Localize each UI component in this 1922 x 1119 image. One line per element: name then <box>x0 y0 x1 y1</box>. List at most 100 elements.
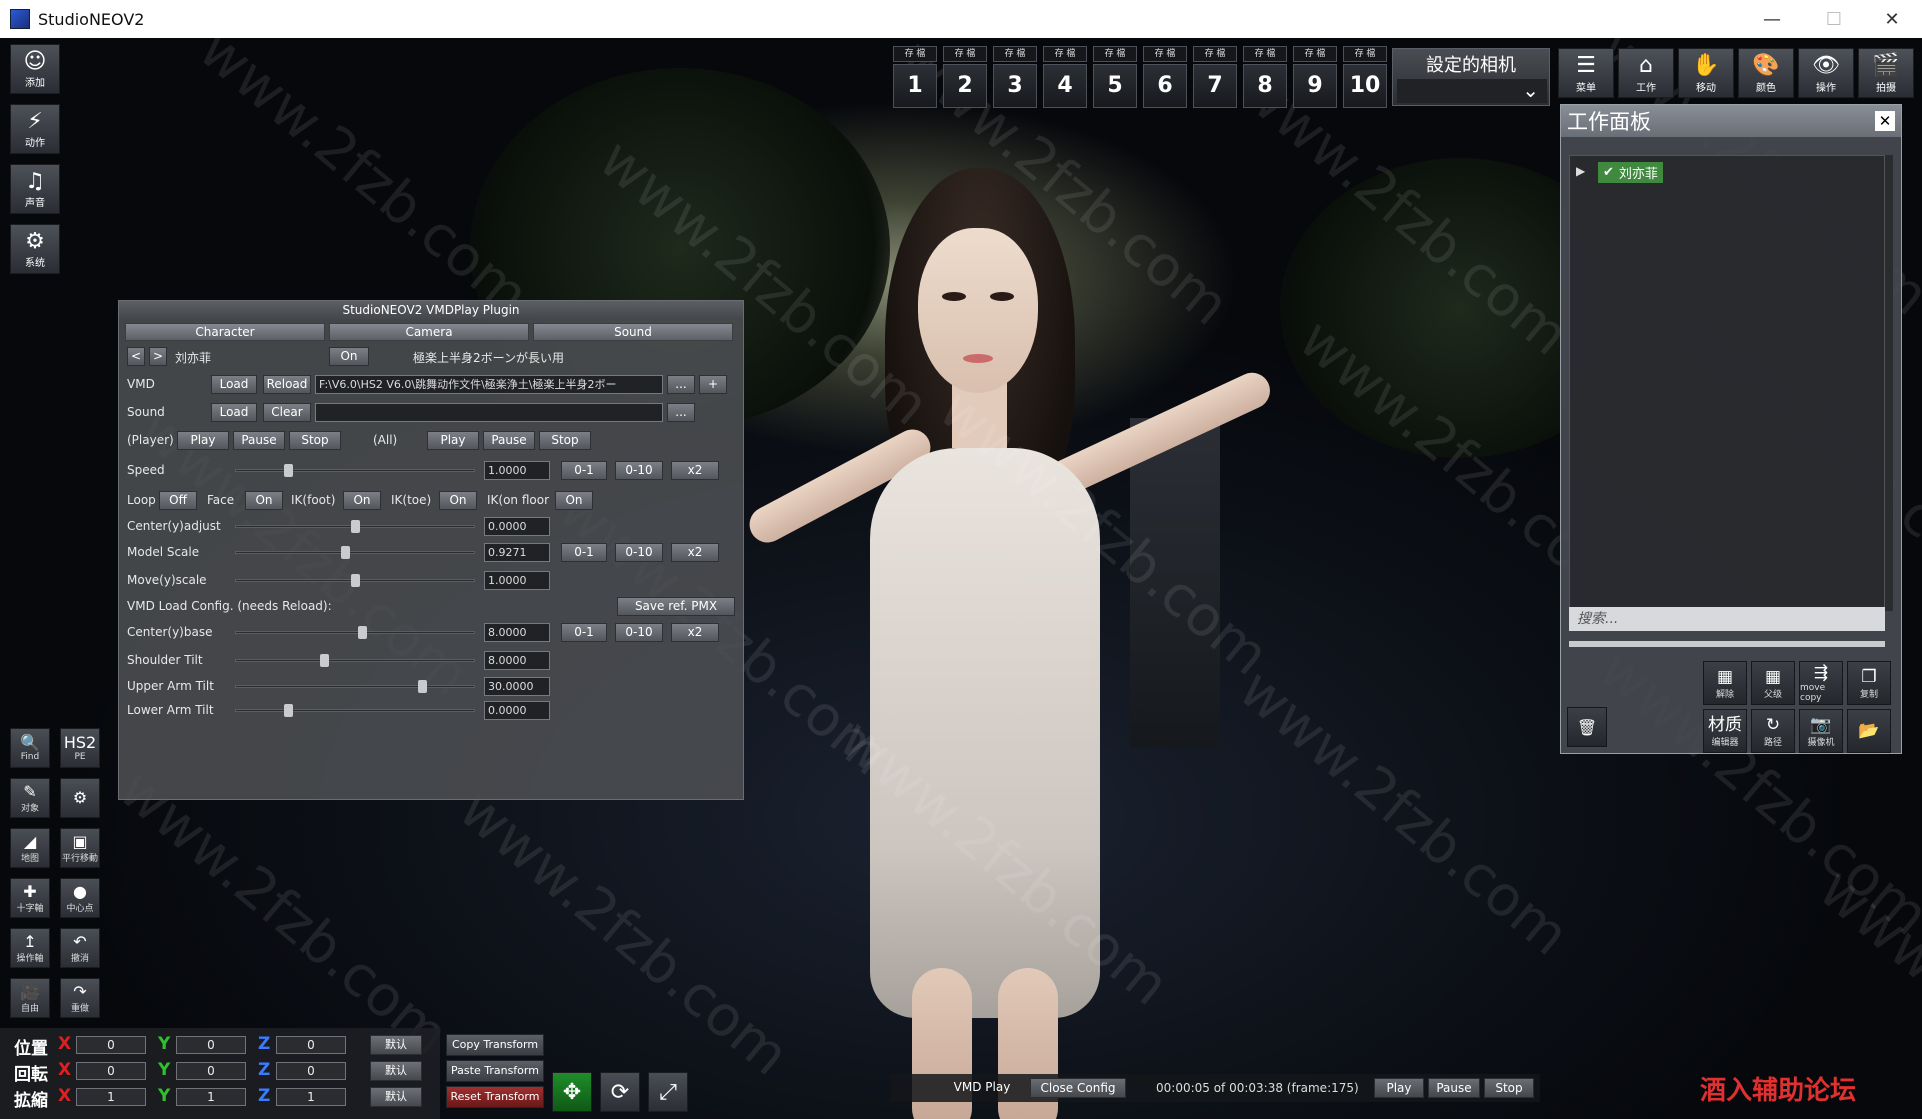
workspace-tree[interactable]: ▶ ✔ 刘亦菲 <box>1569 155 1885 611</box>
model-scale-knob[interactable] <box>341 546 351 559</box>
sound-clear-button[interactable]: Clear <box>263 403 311 422</box>
ground-button[interactable]: ◢ 地图 <box>10 828 50 868</box>
undo-button[interactable]: ↶ 撤消 <box>60 928 100 968</box>
lower-arm-tilt-slider[interactable] <box>235 704 475 717</box>
duplicate-button[interactable]: ❐ 复制 <box>1847 661 1891 705</box>
pos-default-button[interactable]: 默认 <box>370 1035 422 1055</box>
rot-default-button[interactable]: 默认 <box>370 1061 422 1081</box>
shoulder-tilt-field[interactable]: 8.0000 <box>484 651 550 670</box>
trash-icon[interactable]: 🗑 <box>1567 707 1607 747</box>
bottom-stop-button[interactable]: Stop <box>1484 1078 1534 1098</box>
save-slot-9[interactable]: 存 檔 9 <box>1293 46 1337 108</box>
music-button[interactable]: ♫ 声音 <box>10 164 60 214</box>
ikfloor-toggle[interactable]: On <box>555 491 593 510</box>
save-slot-5[interactable]: 存 檔 5 <box>1093 46 1137 108</box>
center-adjust-field[interactable]: 0.0000 <box>484 517 550 536</box>
clapper-icon[interactable]: 5 <box>1093 64 1137 108</box>
tab-camera[interactable]: Camera <box>329 323 529 341</box>
scale-x-field[interactable]: 1 <box>76 1088 146 1106</box>
clapper-icon[interactable]: 1 <box>893 64 937 108</box>
clapper-icon[interactable]: 3 <box>993 64 1037 108</box>
pos-y-field[interactable]: 0 <box>176 1036 246 1054</box>
unlink-button[interactable]: ▦ 解除 <box>1703 661 1747 705</box>
workspace-close-icon[interactable]: ✕ <box>1875 111 1895 131</box>
scale-x2-button[interactable]: x2 <box>671 543 719 562</box>
face-toggle[interactable]: On <box>245 491 283 510</box>
clapper-icon[interactable]: 8 <box>1243 64 1287 108</box>
bottom-pause-button[interactable]: Pause <box>1428 1078 1480 1098</box>
scale-gizmo-icon[interactable]: ⤢ <box>648 1072 688 1112</box>
chevron-down-icon[interactable]: ⌄ <box>1397 79 1547 103</box>
hand-button[interactable]: ✋ 移动 <box>1678 48 1734 98</box>
scale-0-10-button[interactable]: 0-10 <box>615 543 663 562</box>
clapper-icon[interactable]: 9 <box>1293 64 1337 108</box>
upper-arm-tilt-knob[interactable] <box>417 680 427 693</box>
tree-node-character[interactable]: ✔ 刘亦菲 <box>1598 162 1663 183</box>
work-button[interactable]: ⌂ 工作 <box>1618 48 1674 98</box>
speed-0-1-button[interactable]: 0-1 <box>561 461 607 480</box>
model-scale-slider[interactable] <box>235 546 475 559</box>
save-slot-3[interactable]: 存 檔 3 <box>993 46 1037 108</box>
settings-button[interactable]: ⚙ <box>60 778 100 818</box>
vmd-add-button[interactable]: + <box>699 375 727 394</box>
all-stop-button[interactable]: Stop <box>539 431 591 450</box>
save-slot-10[interactable]: 存 檔 10 <box>1343 46 1387 108</box>
parallel-button[interactable]: ▣ 平行移動 <box>60 828 100 868</box>
rot-y-field[interactable]: 0 <box>176 1062 246 1080</box>
save-slot-8[interactable]: 存 檔 8 <box>1243 46 1287 108</box>
shoulder-tilt-slider[interactable] <box>235 654 475 667</box>
save-slot-4[interactable]: 存 檔 4 <box>1043 46 1087 108</box>
redo-button[interactable]: ↷ 重做 <box>60 978 100 1018</box>
cross-axis-button[interactable]: ✚ 十字軸 <box>10 878 50 918</box>
camera-dropdown[interactable]: 設定的相机 ⌄ <box>1392 48 1550 106</box>
system-button[interactable]: ⚙ 系统 <box>10 224 60 274</box>
workspace-search-input[interactable]: 搜索... <box>1569 607 1885 631</box>
tab-sound[interactable]: Sound <box>533 323 733 341</box>
close-config-button[interactable]: Close Config <box>1030 1078 1126 1098</box>
folder-button[interactable]: 📂 <box>1847 709 1891 753</box>
move-scale-field[interactable]: 1.0000 <box>484 571 550 590</box>
clapper-icon[interactable]: 10 <box>1343 64 1387 108</box>
upper-arm-tilt-slider[interactable] <box>235 680 475 693</box>
clapper-icon[interactable]: 4 <box>1043 64 1087 108</box>
move-copy-button[interactable]: ⇶ move copy <box>1799 661 1843 705</box>
copy-transform-button[interactable]: Copy Transform <box>446 1034 544 1056</box>
pos-x-field[interactable]: 0 <box>76 1036 146 1054</box>
loop-toggle[interactable]: Off <box>159 491 197 510</box>
maximize-button[interactable]: ☐ <box>1806 0 1862 38</box>
clapper-icon[interactable]: 2 <box>943 64 987 108</box>
center-adjust-slider[interactable] <box>235 520 475 533</box>
rotate-gizmo-icon[interactable]: ⟳ <box>600 1072 640 1112</box>
workspace-hscrollbar[interactable] <box>1569 641 1885 647</box>
vmd-path-field[interactable]: F:\V6.0\HS2 V6.0\跳舞动作文件\極楽浄土\極楽上半身2ボー <box>315 375 663 394</box>
menu-button[interactable]: ☰ 菜单 <box>1558 48 1614 98</box>
workspace-scrollbar[interactable] <box>1885 155 1893 611</box>
clapper-button[interactable]: 🎬 拍摄 <box>1858 48 1914 98</box>
character-on-toggle[interactable]: On <box>329 347 369 366</box>
palette-button[interactable]: 🎨 颜色 <box>1738 48 1794 98</box>
base-x2-button[interactable]: x2 <box>671 623 719 642</box>
vmd-load-button[interactable]: Load <box>211 375 257 394</box>
save-ref-pmx-button[interactable]: Save ref. PMX <box>617 597 735 616</box>
speed-x2-button[interactable]: x2 <box>671 461 719 480</box>
path-button[interactable]: ↻ 路径 <box>1751 709 1795 753</box>
move-scale-knob[interactable] <box>351 574 360 587</box>
reset-transform-button[interactable]: Reset Transform <box>446 1086 544 1108</box>
speed-slider-knob[interactable] <box>284 464 294 477</box>
base-0-1-button[interactable]: 0-1 <box>561 623 607 642</box>
scale-default-button[interactable]: 默认 <box>370 1087 422 1107</box>
lower-arm-tilt-knob[interactable] <box>284 704 294 717</box>
all-pause-button[interactable]: Pause <box>483 431 535 450</box>
next-character-button[interactable]: > <box>149 347 167 366</box>
lower-arm-tilt-field[interactable]: 0.0000 <box>484 701 550 720</box>
scale-z-field[interactable]: 1 <box>276 1088 346 1106</box>
manip-axis-button[interactable]: ↥ 操作軸 <box>10 928 50 968</box>
paste-transform-button[interactable]: Paste Transform <box>446 1060 544 1082</box>
camera-button[interactable]: 📷 摄像机 <box>1799 709 1843 753</box>
all-play-button[interactable]: Play <box>427 431 479 450</box>
move-gizmo-icon[interactable]: ✥ <box>552 1072 592 1112</box>
shoulder-tilt-knob[interactable] <box>320 654 330 667</box>
minimize-button[interactable]: — <box>1744 0 1800 38</box>
close-button[interactable]: ✕ <box>1864 0 1920 38</box>
vmd-reload-button[interactable]: Reload <box>263 375 311 394</box>
